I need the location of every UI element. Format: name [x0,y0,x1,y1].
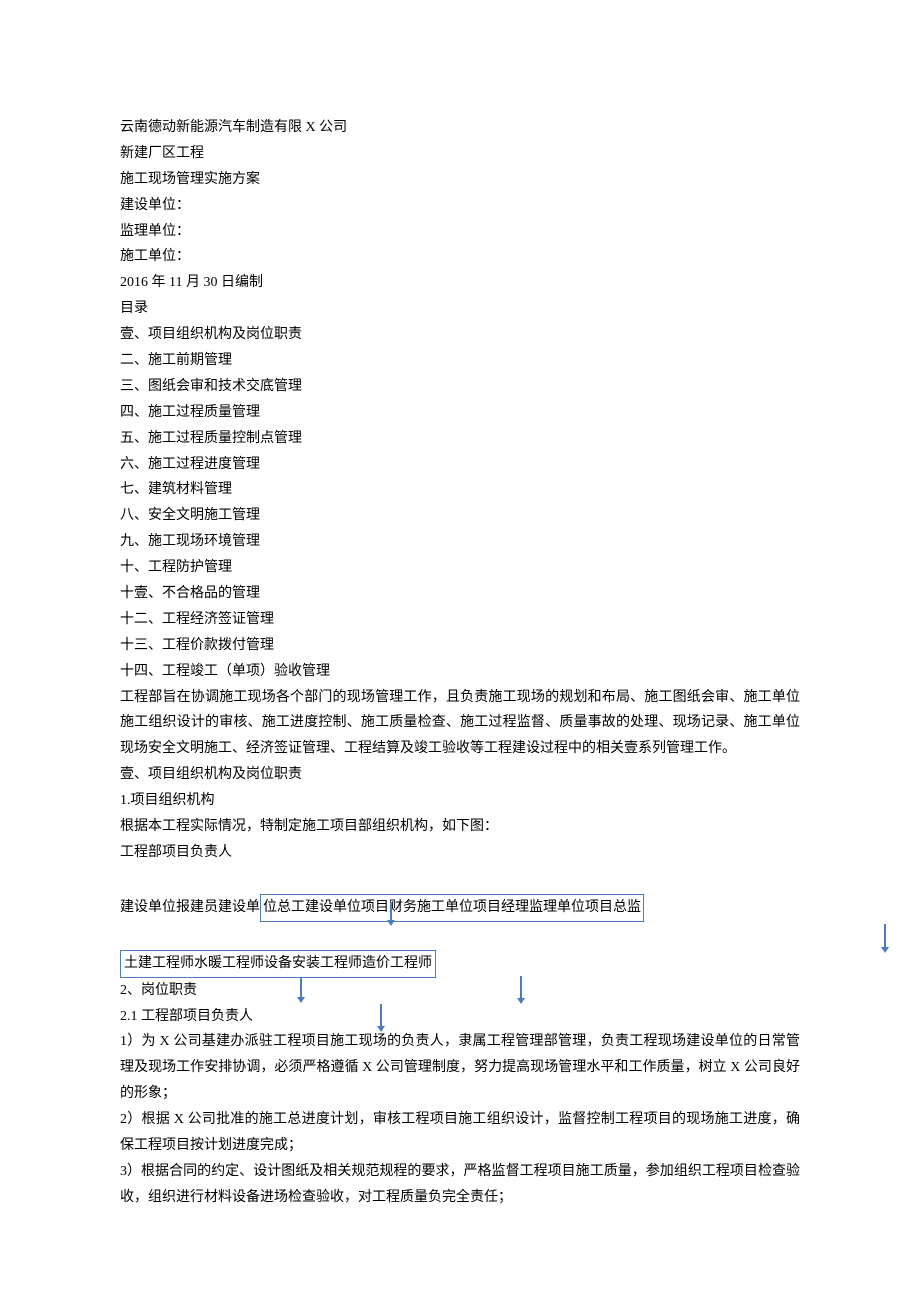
arrow-down-icon [390,902,392,922]
org-row1-prefix: 建设单位报建员建设单 [120,895,260,921]
section-1-1-num: 1.项目组织机构 [120,788,800,814]
section-1-1-text: 根据本工程实际情况，特制定施工项目部组织机构，如下图： [120,814,800,840]
section-1-2-title: 2、岗位职责 [120,978,800,1004]
intro-paragraph: 工程部旨在协调施工现场各个部门的现场管理工作，且负责施工现场的规划和布局、施工图… [120,685,800,763]
builder-unit-label: 建设单位： [120,193,800,219]
document-type: 施工现场管理实施方案 [120,167,800,193]
toc-item: 六、施工过程进度管理 [120,452,800,478]
arrow-down-icon [884,924,886,949]
section-1-title: 壹、项目组织机构及岗位职责 [120,762,800,788]
responsibility-item: 1）为 X 公司基建办派驻工程项目施工现场的负责人，隶属工程管理部管理，负责工程… [120,1029,800,1107]
toc-heading: 目录 [120,296,800,322]
org-chart-row-1: 建设单位报建员建设单位总工建设单位项目财务施工单位项目经理监理单位项目总监 [120,894,800,922]
responsibility-item: 3）根据合同的约定、设计图纸及相关规范规程的要求，严格监督工程项目施工质量，参加… [120,1159,800,1211]
toc-item: 七、建筑材料管理 [120,477,800,503]
org-row1-box: 位总工建设单位项目财务施工单位项目经理监理单位项目总监 [260,894,644,922]
org-row2-box: 土建工程师水暖工程师设备安装工程师造价工程师 [120,950,436,978]
company-name: 云南德动新能源汽车制造有限 X 公司 [120,115,800,141]
toc-item: 十四、工程竣工（单项）验收管理 [120,659,800,685]
arrow-down-icon [520,976,522,1000]
arrow-down-icon [380,1004,382,1028]
org-chart-row-2: 土建工程师水暖工程师设备安装工程师造价工程师 [120,950,800,978]
toc-item: 十三、工程价款拨付管理 [120,633,800,659]
project-name: 新建厂区工程 [120,141,800,167]
toc-item: 十二、工程经济签证管理 [120,607,800,633]
org-chart-top: 工程部项目负责人 [120,840,800,866]
toc-item: 九、施工现场环境管理 [120,529,800,555]
toc-item: 十壹、不合格品的管理 [120,581,800,607]
arrow-down-icon [300,977,302,999]
responsibility-item: 2）根据 X 公司批准的施工总进度计划，审核工程项目施工组织设计，监督控制工程项… [120,1107,800,1159]
org-chart-diagram: 建设单位报建员建设单位总工建设单位项目财务施工单位项目经理监理单位项目总监 土建… [120,894,800,978]
toc-item: 十、工程防护管理 [120,555,800,581]
toc-item: 壹、项目组织机构及岗位职责 [120,322,800,348]
constructor-unit-label: 施工单位： [120,244,800,270]
toc-item: 四、施工过程质量管理 [120,400,800,426]
toc-item: 三、图纸会审和技术交底管理 [120,374,800,400]
toc-item: 五、施工过程质量控制点管理 [120,426,800,452]
supervisor-unit-label: 监理单位： [120,219,800,245]
toc-item: 二、施工前期管理 [120,348,800,374]
toc-item: 八、安全文明施工管理 [120,503,800,529]
compile-date: 2016 年 11 月 30 日编制 [120,270,800,296]
section-1-2-1-title: 2.1 工程部项目负责人 [120,1004,800,1030]
